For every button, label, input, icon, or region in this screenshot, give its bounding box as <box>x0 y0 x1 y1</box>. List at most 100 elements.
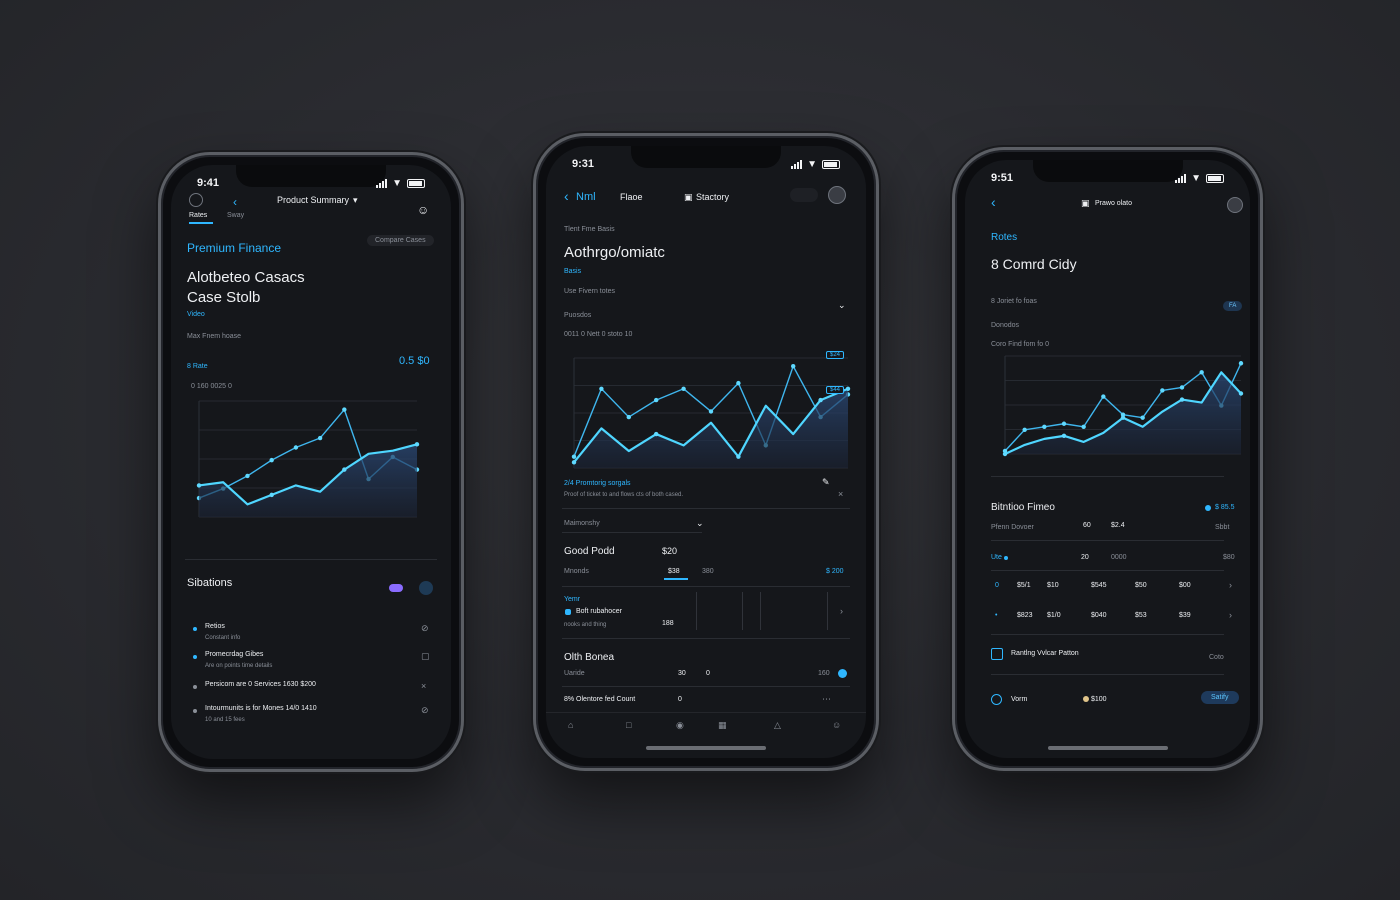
oth-value: 160 <box>818 670 830 677</box>
row-underline <box>664 578 688 580</box>
chevron-down-icon: ▾ <box>353 195 358 205</box>
link-aux[interactable]: Coto <box>1209 654 1224 661</box>
list-title: Sibations <box>187 577 233 589</box>
data-point <box>681 386 686 391</box>
satify-button[interactable]: Satify <box>1201 691 1239 704</box>
table-value-dot <box>1205 505 1211 511</box>
battery-icon <box>407 178 425 188</box>
eyebrow: Tlent Fme Basis <box>564 226 615 233</box>
calendar-icon[interactable]: ▦ <box>718 720 727 731</box>
more-icon[interactable]: ⋯ <box>822 694 831 705</box>
data-point <box>708 409 714 414</box>
list-item-label[interactable]: Persicom are 0 Services 1630 $200 <box>205 681 316 688</box>
profile-icon[interactable]: ☺ <box>832 720 841 730</box>
back-chevron-icon[interactable]: ‹ <box>991 194 996 210</box>
grid-cell: • <box>995 612 998 619</box>
list-item-label[interactable]: Promecrdag Gibes <box>205 651 263 658</box>
table-header: 60 <box>1083 522 1091 529</box>
home-icon[interactable]: ⌂ <box>568 720 573 730</box>
row-value: 20 <box>1081 554 1089 561</box>
nav-title[interactable]: Prawo olato <box>1095 200 1132 207</box>
data-point <box>245 473 250 479</box>
sub-label: 8 Joriet fo foas <box>991 298 1037 305</box>
chevron-right-icon[interactable]: › <box>1229 580 1232 590</box>
wallet-icon[interactable]: ◉ <box>676 720 684 731</box>
table-header: Pfenn Dovoer <box>991 524 1034 531</box>
list-item-label[interactable]: Intourmunits is for Mones 14/0 1410 <box>205 705 317 712</box>
grid-cell: $10 <box>1047 582 1059 589</box>
chevron-down-icon[interactable]: ⌄ <box>696 518 704 529</box>
add-button[interactable] <box>419 581 433 595</box>
row-label: Ute <box>991 554 1002 561</box>
select-label[interactable]: Maimonshy <box>564 520 600 527</box>
table-value: $ 85.5 <box>1215 504 1235 511</box>
phone-left: 9:41 ▼ ‹ Product Summary ▾ ☺ Rates Sway … <box>158 152 464 772</box>
edit-icon[interactable]: ✎ <box>822 477 830 488</box>
nav-tab[interactable]: Flaoe <box>620 192 643 202</box>
data-point <box>654 431 659 437</box>
data-point <box>293 445 299 450</box>
back-chevron-icon[interactable]: ‹ <box>233 195 237 209</box>
list-item-label[interactable]: Retios <box>205 623 225 630</box>
menu-button[interactable] <box>790 188 818 202</box>
data-point <box>414 442 420 447</box>
back-label[interactable]: Nml <box>576 191 596 203</box>
data-point <box>1179 397 1185 402</box>
nav-title[interactable]: Product Summary <box>277 195 349 205</box>
avatar[interactable] <box>828 186 846 204</box>
list-item-action-icon[interactable]: × <box>421 681 426 691</box>
series-area <box>574 388 848 468</box>
list-item-action-icon[interactable]: ▢ <box>421 651 430 662</box>
signal-icon <box>376 178 388 188</box>
chevron-right-icon[interactable]: › <box>1229 610 1232 620</box>
screen-center: 9:31 ▼ ‹ Nml Flaoe ▣ Stactory Tlent Fme … <box>546 146 866 758</box>
chat-icon[interactable]: □ <box>626 720 631 730</box>
oth-value: 30 <box>678 670 686 677</box>
profile-icon[interactable] <box>189 193 203 207</box>
data-point <box>571 460 577 465</box>
phone-right: 9:51 ▼ ‹ ▣ Prawo olato Rotes 8 Comrd Cid… <box>952 147 1263 771</box>
page-subtitle: Basis <box>564 268 582 275</box>
screen-left: 9:41 ▼ ‹ Product Summary ▾ ☺ Rates Sway … <box>171 165 451 759</box>
data-point <box>1238 361 1244 366</box>
sub-section: Yemr <box>564 596 581 603</box>
list-item-sub: Are on points time details <box>205 663 273 669</box>
back-chevron-icon[interactable]: ‹ <box>564 188 569 204</box>
line-chart <box>196 400 420 518</box>
data-point <box>1120 415 1126 420</box>
table-header: Sbbt <box>1215 524 1230 531</box>
list-item-action-icon[interactable]: ⊘ <box>421 623 429 634</box>
doc-icon: ▣ <box>684 192 693 202</box>
close-icon[interactable]: × <box>838 489 843 499</box>
dropdown-label[interactable]: Use Fivern totes <box>564 288 615 295</box>
footer-value: $100 <box>1091 696 1107 703</box>
phone-center: 9:31 ▼ ‹ Nml Flaoe ▣ Stactory Tlent Fme … <box>533 133 879 771</box>
fa-badge[interactable]: FA <box>1223 301 1243 311</box>
tab-underline <box>189 222 213 224</box>
nav-title[interactable]: Stactory <box>696 192 729 202</box>
data-point <box>571 454 577 459</box>
chevron-down-icon[interactable]: ⌄ <box>838 300 846 311</box>
people-icon[interactable]: △ <box>774 720 781 731</box>
sub-item[interactable]: Boft rubahocer <box>576 608 622 615</box>
chevron-right-icon[interactable]: › <box>840 606 843 616</box>
user-icon[interactable]: ☺ <box>417 203 429 217</box>
list-item-sub: 10 and 15 fees <box>205 717 245 723</box>
chart-label: 8 Rate <box>187 363 208 370</box>
info-icon[interactable] <box>838 669 847 678</box>
tab-rates[interactable]: Rates <box>189 212 207 219</box>
tab-sway[interactable]: Sway <box>227 212 244 219</box>
data-point <box>736 380 741 386</box>
link-label[interactable]: Rantlng Vvlcar Patton <box>1011 650 1079 657</box>
toggle-chip[interactable] <box>389 584 403 592</box>
field-label: Puosdos <box>564 312 592 319</box>
field-label: Donodos <box>991 322 1020 329</box>
sub-item-sub: nooks and thing <box>564 622 607 628</box>
chart-tag: $44 <box>826 386 845 394</box>
avatar[interactable] <box>1227 197 1243 213</box>
compare-button[interactable]: Compare Cases <box>367 235 434 246</box>
radio-icon[interactable] <box>991 694 1002 705</box>
list-item-action-icon[interactable]: ⊘ <box>421 705 429 716</box>
data-point <box>736 454 741 459</box>
chart-tag: $24 <box>826 351 845 359</box>
